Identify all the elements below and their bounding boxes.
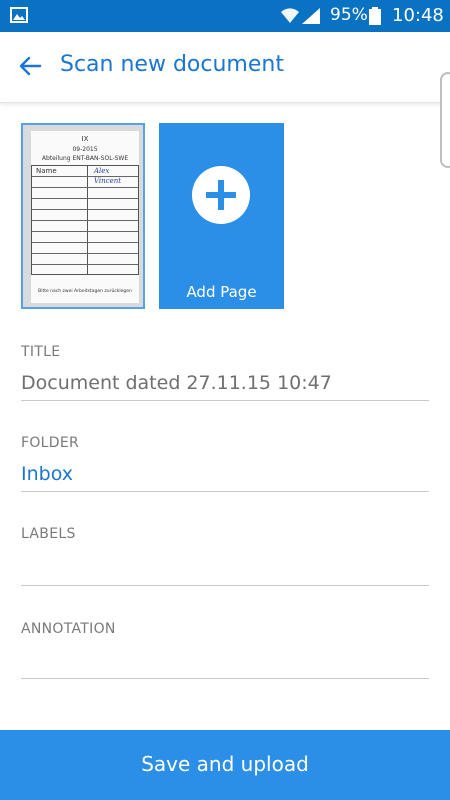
image-notification-icon — [10, 7, 28, 23]
thumbnail-handwriting-2: Vincent — [94, 177, 122, 185]
thumbnail-line-3: Abteilung ENT-BAN-SOL-SWE — [41, 155, 129, 162]
battery-icon — [369, 7, 381, 25]
thumbnail-table: Name Alex Vincent — [31, 165, 139, 275]
folder-label: FOLDER — [21, 435, 80, 451]
page-title: Scan new document — [60, 52, 284, 77]
save-and-upload-label: Save and upload — [141, 752, 309, 776]
labels-label: LABELS — [21, 526, 76, 542]
battery-percent: 95% — [330, 5, 368, 25]
page-thumbnail[interactable]: IX 09-2015 Abteilung ENT-BAN-SOL-SWE Nam… — [21, 123, 145, 309]
back-arrow-icon[interactable] — [18, 54, 42, 78]
thumbnail-table-header: Name — [36, 167, 57, 175]
thumbnail-handwriting-1: Alex — [94, 167, 110, 175]
thumbnail-footer: Bitte nach zwei Arbeitstagen zurücklegen — [38, 289, 132, 294]
wifi-icon — [281, 8, 299, 23]
title-label: TITLE — [21, 344, 61, 360]
scanned-page-image: IX 09-2015 Abteilung ENT-BAN-SOL-SWE Nam… — [31, 131, 139, 303]
thumbnail-line-2: 09-2015 — [72, 146, 98, 153]
edge-panel-handle[interactable] — [440, 72, 450, 168]
title-input[interactable]: Document dated 27.11.15 10:47 — [21, 372, 332, 394]
annotation-underline — [21, 678, 429, 679]
app-toolbar: Scan new document — [0, 32, 450, 103]
labels-underline — [21, 585, 429, 586]
annotation-label: ANNOTATION — [21, 621, 116, 637]
annotation-input[interactable] — [21, 648, 429, 678]
labels-input[interactable] — [21, 555, 429, 585]
add-page-button[interactable]: Add Page — [159, 123, 284, 309]
add-page-label: Add Page — [186, 283, 257, 301]
clock: 10:48 — [392, 5, 444, 26]
signal-icon — [302, 8, 320, 24]
title-underline — [21, 400, 429, 401]
plus-icon — [192, 166, 250, 224]
folder-underline — [21, 491, 429, 492]
thumbnail-line-1: IX — [81, 135, 89, 143]
status-bar: 95% 10:48 — [0, 0, 450, 32]
folder-selector[interactable]: Inbox — [21, 463, 73, 485]
save-and-upload-button[interactable]: Save and upload — [0, 730, 450, 800]
